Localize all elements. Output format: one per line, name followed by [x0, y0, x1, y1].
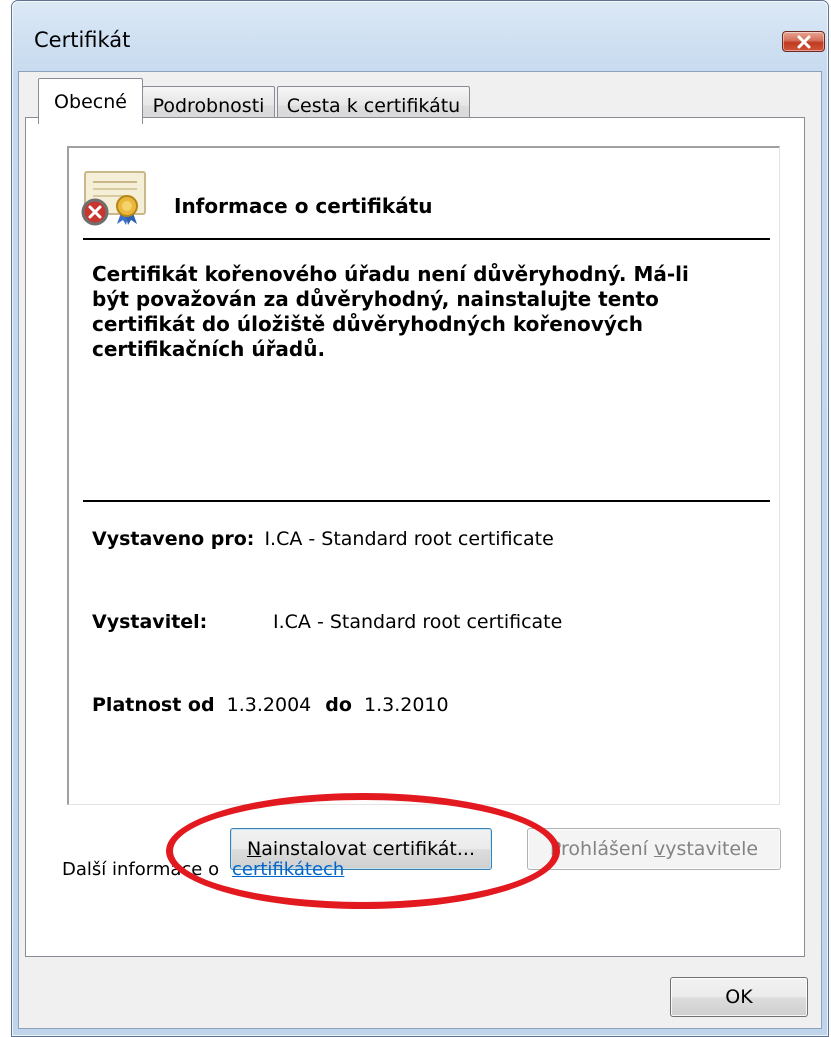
certificate-error-icon [81, 171, 146, 226]
more-info-label: Další informace o [62, 859, 220, 880]
issuer-label: Vystavitel: [92, 611, 208, 633]
issued-to-label: Vystaveno pro: [92, 528, 255, 550]
valid-from-label: Platnost od [92, 694, 215, 716]
valid-to-value: 1.3.2010 [364, 694, 449, 716]
issued-to-value: I.CA - Standard root certificate [264, 528, 554, 550]
tab-label: Obecné [54, 90, 127, 113]
issuer-row: Vystavitel: [92, 611, 207, 633]
close-button[interactable] [782, 31, 825, 52]
window-title: Certifikát [34, 28, 131, 52]
tab-label: Podrobnosti [152, 94, 265, 117]
issuer-statement-button[interactable]: Prohlášení vystavitele [527, 828, 781, 870]
ok-label: OK [725, 986, 753, 1008]
valid-to-label: do [325, 694, 352, 716]
issued-to-row: Vystaveno pro: I.CA - Standard root cert… [92, 528, 554, 550]
tab-general[interactable]: Obecné [38, 78, 143, 124]
install-certificate-label: Nainstalovat certifikát... [247, 838, 475, 860]
message-line: Certifikát kořenového úřadu není důvěryh… [92, 262, 689, 286]
valid-from-value: 1.3.2004 [226, 694, 312, 716]
tab-label: Cesta k certifikátu [286, 94, 461, 117]
heading-divider [83, 238, 770, 240]
close-x-icon [797, 35, 810, 48]
issuer-statement-label: Prohlášení vystavitele [549, 838, 759, 860]
ok-button[interactable]: OK [670, 977, 808, 1017]
issuer-value: I.CA - Standard root certificate [273, 611, 563, 633]
message-line: certifikát do úložiště důvěryhodných koř… [92, 312, 643, 336]
certificate-info-heading: Informace o certifikátu [174, 194, 433, 218]
message-line: certifikačních úřadů. [92, 337, 326, 361]
more-info-link[interactable]: certifikátech [232, 859, 344, 880]
validity-row: Platnost od 1.3.2004 do 1.3.2010 [92, 694, 449, 716]
certificate-warning-message: Certifikát kořenového úřadu není důvěryh… [92, 262, 732, 362]
details-divider [83, 500, 770, 502]
message-line: být považován za důvěryhodný, nainstaluj… [92, 287, 659, 311]
